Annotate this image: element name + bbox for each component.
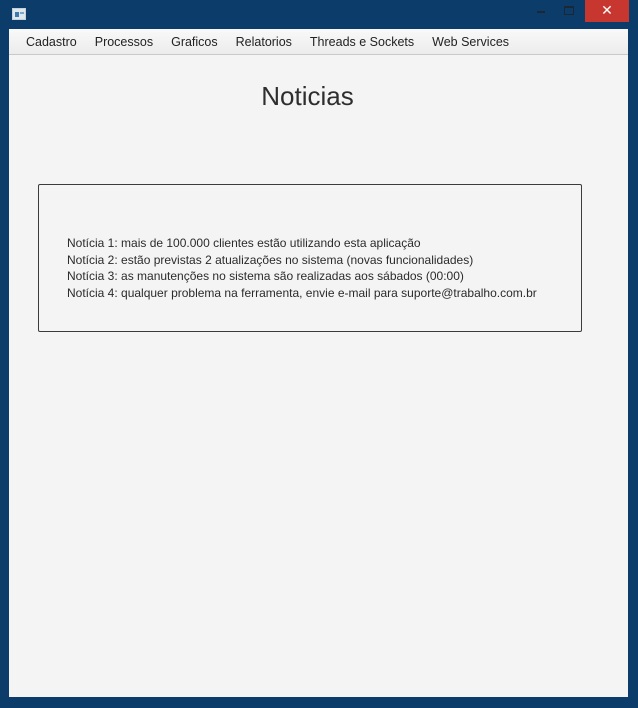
maximize-icon — [564, 6, 574, 15]
menu-cadastro[interactable]: Cadastro — [17, 29, 86, 55]
content-area: Cadastro Processos Graficos Relatorios T… — [9, 29, 628, 697]
close-button[interactable]: ✕ — [585, 0, 629, 22]
app-icon[interactable] — [12, 8, 26, 20]
menu-bar: Cadastro Processos Graficos Relatorios T… — [9, 29, 628, 55]
minimize-button[interactable] — [528, 0, 554, 22]
menu-graficos[interactable]: Graficos — [162, 29, 227, 55]
title-bar[interactable]: ✕ — [0, 0, 638, 28]
news-list: Notícia 1: mais de 100.000 clientes estã… — [67, 235, 537, 301]
close-icon: ✕ — [601, 2, 613, 18]
news-item: Notícia 1: mais de 100.000 clientes estã… — [67, 236, 421, 250]
maximize-button[interactable] — [556, 0, 582, 22]
page-title: Noticias — [261, 81, 354, 111]
menu-web-services[interactable]: Web Services — [423, 29, 518, 55]
minimize-icon — [537, 11, 545, 13]
menu-relatorios[interactable]: Relatorios — [227, 29, 301, 55]
menu-processos[interactable]: Processos — [86, 29, 162, 55]
application-window: ✕ Cadastro Processos Graficos Relatorios… — [0, 0, 638, 708]
news-panel: Notícia 1: mais de 100.000 clientes estã… — [38, 184, 582, 332]
menu-threads-sockets[interactable]: Threads e Sockets — [301, 29, 423, 55]
news-item: Notícia 2: estão previstas 2 atualizaçõe… — [67, 252, 474, 267]
news-item: Notícia 3: as manutenções no sistema são… — [67, 269, 464, 283]
news-item: Notícia 4: qualquer problema na ferramen… — [67, 285, 537, 300]
